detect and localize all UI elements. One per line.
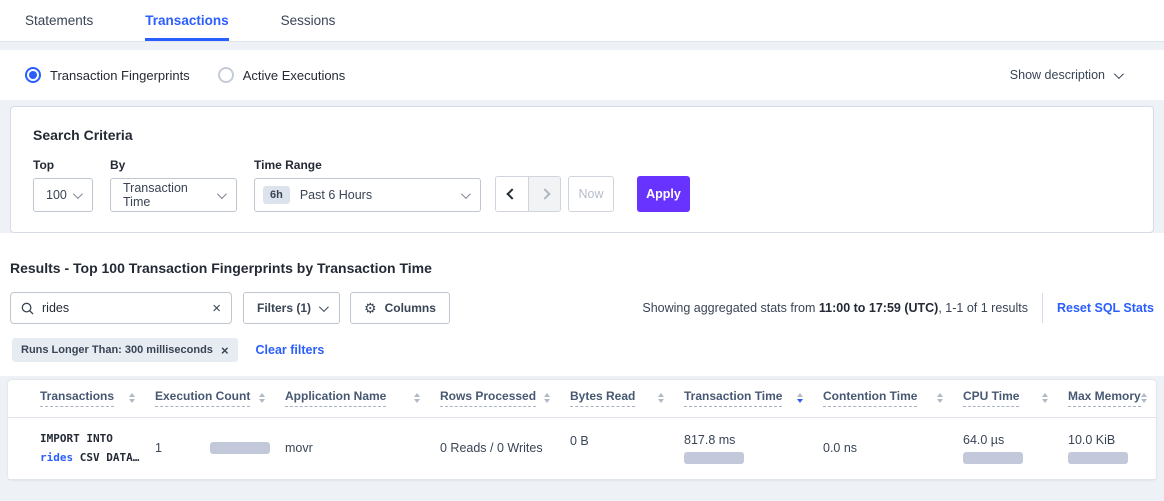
by-label: By [110, 158, 237, 172]
radio-transaction-fingerprints[interactable]: Transaction Fingerprints [25, 67, 190, 83]
application-name-cell: movr [285, 417, 440, 479]
column-header-bytes-read[interactable]: Bytes Read [570, 389, 635, 407]
columns-label: Columns [385, 301, 436, 315]
sort-icon[interactable] [658, 393, 664, 403]
transactions-table: Transactions Execution Count Application… [8, 380, 1156, 480]
sort-icon[interactable] [129, 393, 135, 403]
cpu-time-cell: 64.0 µs [963, 433, 1068, 464]
chevron-down-icon [73, 189, 83, 199]
transaction-time-bar [684, 452, 744, 464]
max-memory-cell: 10.0 KiB [1068, 433, 1156, 464]
top-select[interactable]: 100 [33, 178, 93, 212]
column-header-rows-processed[interactable]: Rows Processed [440, 389, 536, 407]
chevron-down-icon [319, 302, 329, 312]
cpu-time-bar [963, 452, 1023, 464]
by-select-value: Transaction Time [123, 181, 217, 209]
execution-count-cell: 1 [155, 441, 285, 455]
filters-label: Filters (1) [257, 301, 311, 315]
table-row: IMPORT INTO rides CSV DATA… 1 movr 0 Rea… [8, 417, 1156, 479]
filter-chip: Runs Longer Than: 300 milliseconds × [12, 338, 238, 362]
column-header-cpu-time[interactable]: CPU Time [963, 389, 1019, 407]
top-select-value: 100 [46, 188, 67, 202]
column-header-application-name[interactable]: Application Name [285, 389, 386, 407]
clear-filters-link[interactable]: Clear filters [256, 343, 325, 357]
column-header-transaction-time[interactable]: Transaction Time [684, 389, 782, 407]
bytes-read-cell: 0 B [570, 417, 684, 479]
table-header-row: Transactions Execution Count Application… [8, 380, 1156, 417]
column-header-transactions[interactable]: Transactions [40, 389, 114, 407]
tab-sessions[interactable]: Sessions [281, 0, 336, 41]
top-label: Top [33, 158, 93, 172]
contention-time-cell: 0.0 ns [823, 417, 963, 479]
sort-icon[interactable] [937, 393, 943, 403]
show-description-toggle[interactable]: Show description [1010, 68, 1121, 82]
search-input[interactable] [42, 301, 212, 315]
search-icon [21, 302, 34, 315]
results-search-box: × [10, 292, 232, 324]
time-prev-button[interactable] [496, 177, 528, 211]
results-heading: Results - Top 100 Transaction Fingerprin… [10, 260, 1154, 276]
search-criteria-card: Search Criteria Top 100 By Transaction T… [10, 106, 1154, 233]
execution-count-bar [210, 442, 270, 454]
sort-icon[interactable] [544, 393, 550, 403]
radio-label: Transaction Fingerprints [50, 68, 190, 83]
chevron-left-icon [506, 188, 517, 199]
column-header-max-memory[interactable]: Max Memory [1068, 389, 1141, 407]
time-next-button[interactable] [528, 177, 560, 211]
tab-transactions[interactable]: Transactions [145, 0, 228, 41]
max-memory-bar [1068, 452, 1128, 464]
chevron-down-icon [217, 189, 227, 199]
view-toggle-band: Transaction Fingerprints Active Executio… [0, 50, 1164, 100]
table-zone: Transactions Execution Count Application… [0, 376, 1164, 480]
gear-icon: ⚙ [364, 300, 377, 317]
sort-icon[interactable] [414, 393, 420, 403]
time-range-label: Time Range [254, 158, 481, 172]
time-range-select[interactable]: 6h Past 6 Hours [254, 178, 481, 212]
column-header-execution-count[interactable]: Execution Count [155, 389, 250, 407]
time-range-badge: 6h [263, 186, 290, 204]
radio-label: Active Executions [243, 68, 346, 83]
results-section: Results - Top 100 Transaction Fingerprin… [0, 233, 1164, 376]
aggregated-stats-text: Showing aggregated stats from 11:00 to 1… [642, 301, 1028, 315]
show-description-label: Show description [1010, 68, 1105, 82]
filter-chip-label: Runs Longer Than: 300 milliseconds [21, 344, 213, 356]
radio-active-executions[interactable]: Active Executions [218, 67, 346, 83]
transaction-time-cell: 817.8 ms [684, 433, 823, 464]
now-button[interactable]: Now [568, 176, 614, 212]
radio-selected-icon [25, 67, 41, 83]
transaction-fingerprint-link[interactable]: IMPORT INTO rides CSV DATA… [40, 429, 155, 468]
sort-icon[interactable] [259, 393, 265, 403]
columns-button[interactable]: ⚙ Columns [350, 292, 450, 324]
reset-sql-stats-link[interactable]: Reset SQL Stats [1057, 301, 1154, 315]
column-header-contention-time[interactable]: Contention Time [823, 389, 917, 407]
time-range-value: Past 6 Hours [300, 188, 372, 202]
filter-chip-remove-icon[interactable]: × [221, 344, 229, 357]
tab-statements[interactable]: Statements [25, 0, 93, 41]
sort-icon[interactable] [1141, 393, 1147, 403]
filters-button[interactable]: Filters (1) [243, 292, 340, 324]
apply-button[interactable]: Apply [637, 176, 690, 212]
sort-icon[interactable] [1042, 393, 1048, 403]
chevron-down-icon [1114, 69, 1124, 79]
results-table-card: Transactions Execution Count Application… [8, 380, 1156, 480]
chevron-down-icon [461, 189, 471, 199]
radio-unselected-icon [218, 67, 234, 83]
time-nav-group [495, 176, 561, 212]
rows-processed-cell: 0 Reads / 0 Writes [440, 417, 570, 479]
chevron-right-icon [539, 188, 550, 199]
page-tabs: Statements Transactions Sessions [0, 0, 1164, 42]
search-criteria-title: Search Criteria [33, 127, 1131, 143]
by-select[interactable]: Transaction Time [110, 178, 237, 212]
search-clear-icon[interactable]: × [212, 301, 221, 316]
divider [1042, 293, 1043, 323]
sort-icon-active[interactable] [797, 393, 803, 403]
